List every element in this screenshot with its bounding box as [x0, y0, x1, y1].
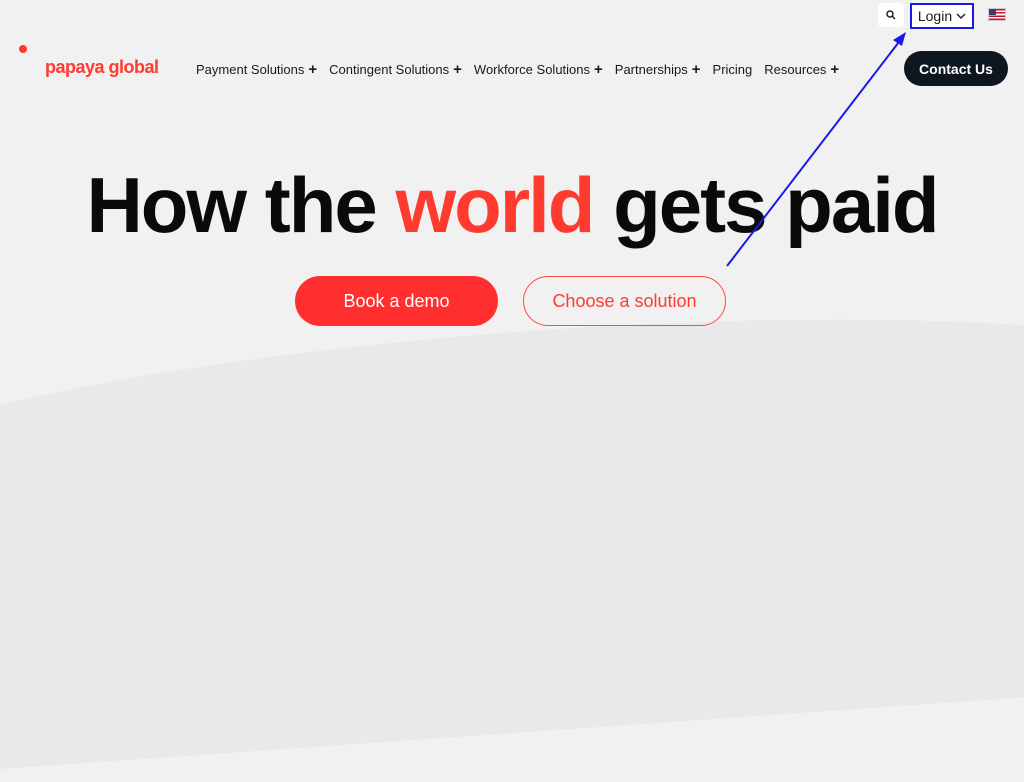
annotation-arrow	[726, 32, 906, 267]
